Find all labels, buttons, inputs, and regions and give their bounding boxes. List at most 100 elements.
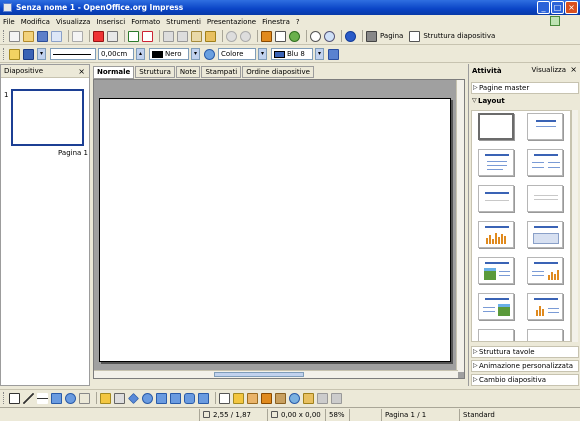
layout-scrollbar[interactable] [571, 110, 578, 342]
menu-help[interactable]: ? [296, 18, 300, 26]
fontwork-icon[interactable] [247, 392, 258, 404]
toolbar-grip[interactable] [3, 392, 6, 404]
connector-tool-icon[interactable] [114, 392, 125, 404]
navigator-icon[interactable] [289, 30, 300, 42]
menu-file[interactable]: File [3, 18, 15, 26]
area-icon[interactable] [204, 48, 215, 60]
horizontal-scroll-thumb[interactable] [214, 372, 304, 377]
tab-notes[interactable]: Note [175, 66, 201, 78]
tab-outline[interactable]: Struttura [135, 66, 175, 78]
line-arrow-icon[interactable] [23, 48, 34, 60]
minimize-button[interactable]: _ [537, 1, 550, 14]
layout-title-object[interactable] [478, 329, 514, 341]
menu-insert[interactable]: Inserisci [96, 18, 125, 26]
section-table-design[interactable]: ▷ Struttura tavole [471, 346, 579, 358]
help-icon[interactable] [345, 30, 356, 42]
shadow-icon[interactable] [328, 48, 339, 60]
line-color-dropdown[interactable]: ▾ [191, 48, 200, 60]
open-folder-icon[interactable] [23, 30, 34, 42]
alignment-icon[interactable] [331, 392, 342, 404]
interaction-icon[interactable] [317, 392, 328, 404]
section-master-pages[interactable]: ▷ Pagine master [471, 82, 579, 94]
line-width-input[interactable]: 0,00cm [98, 48, 134, 60]
layout-title-two-columns[interactable] [527, 149, 563, 176]
from-file-icon[interactable] [261, 392, 272, 404]
zoom-icon[interactable] [324, 30, 335, 42]
menu-tools[interactable]: Strumenti [166, 18, 201, 26]
menu-format[interactable]: Formato [131, 18, 160, 26]
section-slide-transition[interactable]: ▷ Cambio diapositiva [471, 374, 579, 386]
line-arrow-tool-icon[interactable] [37, 392, 48, 404]
toolbar-grip[interactable] [3, 30, 6, 42]
area-style-dropdown[interactable]: ▾ [258, 48, 267, 60]
horizontal-scrollbar[interactable] [94, 370, 458, 378]
extrusion-icon[interactable] [289, 392, 300, 404]
print-icon[interactable] [107, 30, 118, 42]
cut-icon[interactable] [163, 30, 174, 42]
tab-slide-sorter[interactable]: Ordine diapositive [242, 66, 314, 78]
page-button[interactable]: Pagina [380, 32, 403, 40]
section-custom-animation[interactable]: ▷ Animazione personalizzata [471, 360, 579, 372]
select-pointer-icon[interactable] [9, 392, 20, 404]
gallery-icon[interactable] [275, 392, 286, 404]
symbol-shapes-icon[interactable] [142, 392, 153, 404]
undo-icon[interactable] [226, 30, 237, 42]
style-icon[interactable] [9, 48, 20, 60]
edit-file-icon[interactable] [72, 30, 83, 42]
stars-icon[interactable] [198, 392, 209, 404]
callouts-icon[interactable] [184, 392, 195, 404]
toolbar-grip[interactable] [3, 48, 6, 60]
slide-canvas[interactable] [99, 98, 451, 362]
paste-icon[interactable] [191, 30, 202, 42]
slide-structure-button[interactable]: Struttura diapositiva [423, 32, 495, 40]
text-tool-icon[interactable] [79, 392, 90, 404]
layout-title-chart[interactable] [478, 221, 514, 248]
tasks-pane-close-icon[interactable]: × [570, 65, 577, 74]
line-color-select[interactable]: Nero [149, 48, 189, 60]
vertical-scrollbar[interactable] [456, 80, 464, 372]
area-color-dropdown[interactable]: ▾ [315, 48, 324, 60]
update-icon[interactable] [550, 16, 560, 26]
tasks-view-menu[interactable]: Visualizza [532, 66, 566, 74]
layout-title-only[interactable] [527, 113, 563, 140]
animation-icon[interactable] [303, 392, 314, 404]
layout-title-image-text[interactable] [478, 257, 514, 284]
slide-edit-area[interactable] [93, 79, 465, 379]
line-arrow-dropdown[interactable]: ▾ [37, 48, 46, 60]
layout-title-text-image[interactable] [478, 293, 514, 320]
line-tool-icon[interactable] [23, 392, 34, 404]
menu-window[interactable]: Finestra [262, 18, 290, 26]
layout-title-content[interactable] [478, 149, 514, 176]
status-zoom[interactable]: 58% [326, 408, 350, 421]
slide-thumbnail[interactable] [11, 89, 84, 146]
layout-title-chart-text[interactable] [527, 257, 563, 284]
spellcheck-icon[interactable] [128, 30, 139, 42]
menu-view[interactable]: Visualizza [56, 18, 90, 26]
autospellcheck-icon[interactable] [142, 30, 153, 42]
slide-structure-icon[interactable] [409, 30, 421, 42]
copy-icon[interactable] [177, 30, 188, 42]
chart-icon[interactable] [261, 30, 272, 42]
layout-centered-text[interactable] [527, 185, 563, 212]
menu-edit[interactable]: Modifica [21, 18, 50, 26]
ellipse-tool-icon[interactable] [65, 392, 76, 404]
close-button[interactable]: × [565, 1, 578, 14]
points-icon[interactable] [219, 392, 230, 404]
layout-title-object-text[interactable] [527, 329, 563, 341]
layout-title-text[interactable] [478, 185, 514, 212]
block-arrows-icon[interactable] [156, 392, 167, 404]
page-icon[interactable] [366, 30, 377, 42]
area-style-select[interactable]: Colore [218, 48, 256, 60]
maximize-button[interactable]: □ [551, 1, 564, 14]
email-icon[interactable] [51, 30, 62, 42]
show-draw-functions-icon[interactable] [310, 30, 321, 42]
redo-icon[interactable] [240, 30, 251, 42]
section-layout[interactable]: ▽ Layout [471, 96, 579, 108]
layout-blank[interactable] [478, 113, 514, 140]
layout-title-table[interactable] [527, 221, 563, 248]
line-style-select[interactable] [50, 48, 96, 60]
flowchart-icon[interactable] [170, 392, 181, 404]
line-width-spinner[interactable]: ▴ [136, 48, 145, 60]
basic-shapes-icon[interactable] [128, 392, 139, 404]
table-icon[interactable] [275, 30, 286, 42]
